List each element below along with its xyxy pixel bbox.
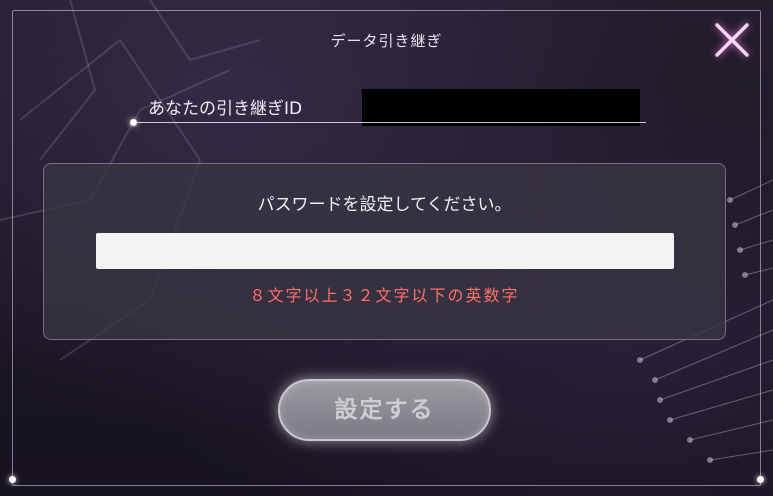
password-input[interactable] bbox=[96, 233, 674, 269]
transfer-dialog-screen: データ引き継ぎ あなたの引き継ぎID パスワードを設定してください。 ８文字以上… bbox=[0, 0, 773, 496]
transfer-id-label: あなたの引き継ぎID bbox=[148, 99, 303, 119]
transfer-id-value-redacted bbox=[362, 89, 640, 126]
set-password-button[interactable]: 設定する bbox=[278, 379, 491, 441]
transfer-id-underline bbox=[134, 122, 646, 123]
frame-corner-dot bbox=[9, 476, 16, 483]
close-button[interactable] bbox=[710, 18, 754, 62]
close-icon bbox=[715, 23, 749, 57]
transfer-id-dot bbox=[130, 119, 137, 126]
frame-corner-dot bbox=[757, 476, 764, 483]
password-requirement-hint: ８文字以上３２文字以下の英数字 bbox=[249, 286, 520, 305]
dialog-title: データ引き継ぎ bbox=[330, 32, 443, 50]
transfer-id-row: あなたの引き継ぎID bbox=[130, 88, 650, 128]
password-prompt: パスワードを設定してください。 bbox=[257, 195, 512, 215]
password-panel: パスワードを設定してください。 ８文字以上３２文字以下の英数字 bbox=[43, 163, 726, 340]
